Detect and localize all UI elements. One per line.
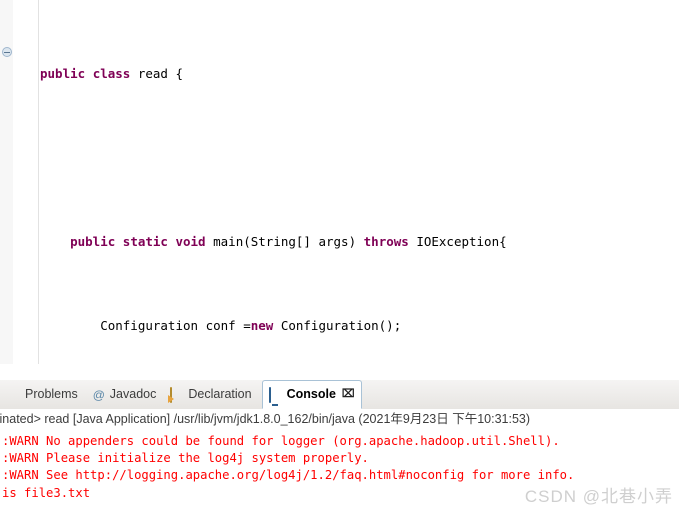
- console-line: g4j:WARN Please initialize the log4j sys…: [0, 451, 369, 465]
- declaration-icon: [170, 386, 184, 403]
- problems-icon: [7, 388, 21, 402]
- panel-tabs: Problems @ Javadoc Declaration Console ⌧: [0, 380, 362, 409]
- console-output[interactable]: erminated> read [Java Application] /usr/…: [0, 409, 679, 509]
- code-text[interactable]: public class read { public static void m…: [0, 0, 679, 364]
- tab-problems[interactable]: Problems: [0, 380, 85, 409]
- console-line: is is file3.txt: [2, 486, 91, 500]
- console-icon: [268, 386, 283, 403]
- token-signature: main(String[] args): [205, 234, 364, 249]
- console-launch-header: erminated> read [Java Application] /usr/…: [0, 412, 531, 426]
- tab-label: Javadoc: [109, 387, 157, 402]
- csdn-watermark: CSDN @北巷小弄: [524, 486, 673, 506]
- code-line: Configuration conf =new Configuration();: [0, 315, 679, 336]
- tab-declaration[interactable]: Declaration: [163, 380, 258, 409]
- token-keyword: class: [92, 66, 131, 81]
- token-brace: {: [175, 66, 184, 81]
- token-text: Configuration conf =: [40, 318, 251, 333]
- close-icon[interactable]: ⌧: [342, 389, 355, 400]
- token-keyword: new: [250, 318, 274, 333]
- token-keyword: public: [40, 66, 86, 81]
- at-icon: @: [92, 387, 105, 402]
- code-line: public class read {: [0, 63, 679, 84]
- token-keyword: public: [70, 234, 116, 249]
- token-type: IOException{: [416, 234, 507, 249]
- token-text: Configuration();: [273, 318, 402, 333]
- tab-console[interactable]: Console ⌧: [261, 380, 362, 409]
- console-line: g4j:WARN No appenders could be found for…: [0, 434, 560, 448]
- tab-label: Declaration: [188, 387, 252, 402]
- tab-label: Console: [286, 387, 336, 402]
- panel-tab-bar: Problems @ Javadoc Declaration Console ⌧: [0, 380, 679, 410]
- console-line: g4j:WARN See http://logging.apache.org/l…: [0, 468, 575, 482]
- token-keyword: void: [175, 234, 206, 249]
- code-editor[interactable]: public class read { public static void m…: [0, 0, 679, 364]
- tab-label: Problems: [25, 387, 78, 402]
- bottom-panel: Problems @ Javadoc Declaration Console ⌧: [0, 380, 679, 509]
- token-classname: read: [137, 66, 168, 81]
- code-line: public static void main(String[] args) t…: [0, 231, 679, 252]
- eclipse-ide-window: public class read { public static void m…: [0, 0, 679, 509]
- token-keyword: static: [122, 234, 168, 249]
- tab-javadoc[interactable]: @ Javadoc: [85, 380, 164, 409]
- token-keyword: throws: [363, 234, 409, 249]
